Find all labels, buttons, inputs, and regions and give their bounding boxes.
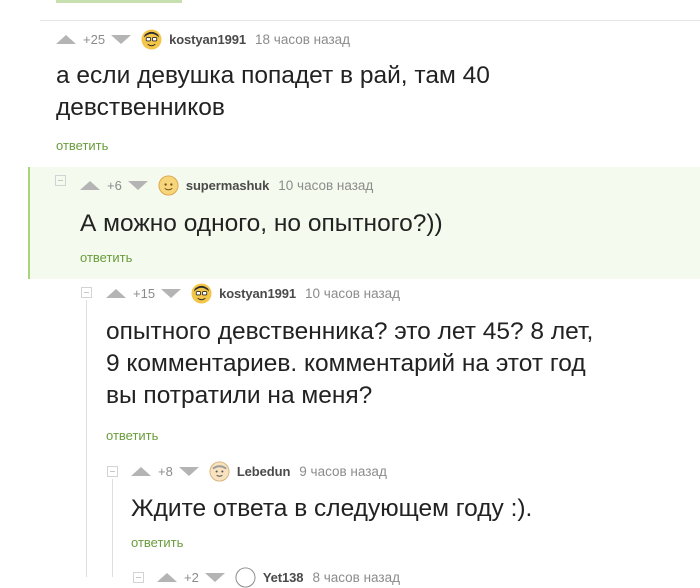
upvote-icon[interactable] <box>80 180 100 190</box>
thread-line[interactable] <box>86 300 87 577</box>
downvote-icon[interactable] <box>178 466 199 476</box>
collapse-toggle[interactable] <box>81 287 92 298</box>
comment-rating: +6 <box>107 177 122 193</box>
thread-divider <box>40 20 700 21</box>
comment-timestamp: 10 часов назад <box>305 285 401 301</box>
comment-text-line: а если девушка попадет в рай, там 40 <box>56 62 490 89</box>
comment-text-line: девственников <box>56 94 225 121</box>
downvote-icon[interactable] <box>127 180 148 190</box>
collapse-toggle[interactable] <box>107 466 118 477</box>
comment-text: а если девушка попадет в рай, там 40 дев… <box>56 60 490 124</box>
comment-text: А можно одного, но опытного?)) <box>80 208 443 240</box>
upvote-icon[interactable] <box>56 34 76 44</box>
comment-rating: +2 <box>184 569 199 585</box>
avatar[interactable] <box>209 460 230 482</box>
comment-text-line: А можно одного, но опытного?)) <box>80 210 443 237</box>
active-thread-marker <box>56 0 182 3</box>
reply-link[interactable]: ответить <box>106 428 158 443</box>
reply-link[interactable]: ответить <box>80 250 132 265</box>
comment-text-line: Ждите ответа в следующем году :). <box>131 495 533 522</box>
comment-timestamp: 18 часов назад <box>255 31 351 47</box>
reply-link[interactable]: ответить <box>131 535 183 550</box>
comment-text-line: опытного девственника? это лет 45? 8 лет… <box>106 318 594 345</box>
comment-author[interactable]: kostyan1991 <box>219 286 296 301</box>
comment-author[interactable]: kostyan1991 <box>169 32 246 47</box>
comment-header: +2 Yet138 8 часов назад <box>157 566 400 588</box>
avatar[interactable] <box>235 566 256 588</box>
comment-timestamp: 10 часов назад <box>278 177 374 193</box>
avatar[interactable] <box>141 28 162 50</box>
comment-header: +8 Lebedun 9 часов назад <box>131 460 387 482</box>
comment-header: +15 kostyan1991 10 часов назад <box>106 282 401 304</box>
thread-line[interactable] <box>112 479 113 577</box>
downvote-icon[interactable] <box>111 34 132 44</box>
comment-text: Ждите ответа в следующем году :). <box>131 493 532 525</box>
downvote-icon[interactable] <box>161 288 182 298</box>
collapse-toggle[interactable] <box>55 175 66 186</box>
reply-link[interactable]: ответить <box>56 138 108 153</box>
comment-rating: +15 <box>133 285 156 301</box>
comment-text-line: 9 комментариев. комментарий на этот год <box>106 350 586 377</box>
avatar[interactable] <box>191 282 212 304</box>
comment-rating: +25 <box>83 31 106 47</box>
comment-rating: +8 <box>158 463 173 479</box>
comment-text-line: вы потратили на меня? <box>106 382 373 409</box>
comment-author[interactable]: Lebedun <box>237 464 291 479</box>
upvote-icon[interactable] <box>106 288 126 298</box>
comment-timestamp: 9 часов назад <box>299 463 387 479</box>
collapse-toggle[interactable] <box>133 572 144 583</box>
comment-header: +25 kostyan1991 18 часов назад <box>56 28 351 50</box>
comment-author[interactable]: Yet138 <box>263 570 304 585</box>
comment-author[interactable]: supermashuk <box>186 178 270 193</box>
comment-header: +6 supermashuk 10 часов назад <box>80 174 374 196</box>
avatar[interactable] <box>158 174 179 196</box>
downvote-icon[interactable] <box>204 572 225 582</box>
comment-text: опытного девственника? это лет 45? 8 лет… <box>106 316 593 412</box>
comment-timestamp: 8 часов назад <box>312 569 400 585</box>
upvote-icon[interactable] <box>131 466 151 476</box>
upvote-icon[interactable] <box>157 572 177 582</box>
